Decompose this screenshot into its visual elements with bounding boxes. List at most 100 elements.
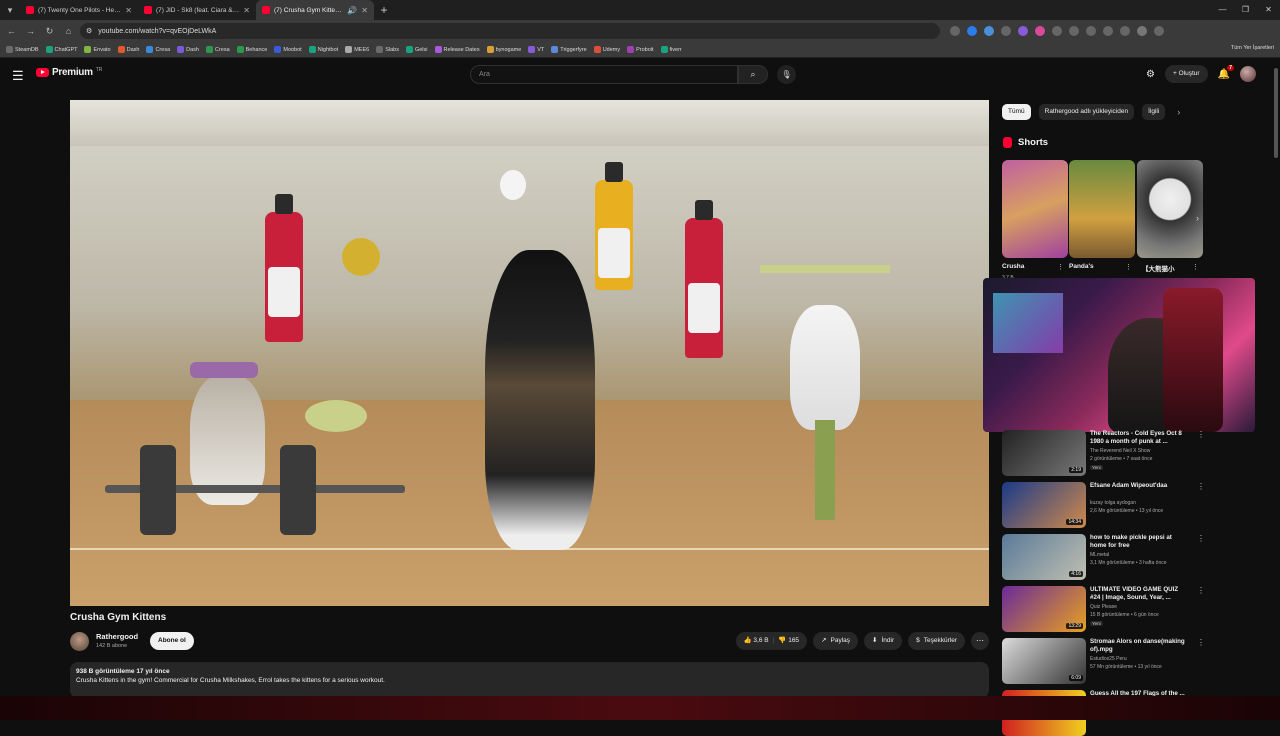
rec-title[interactable]: how to make pickle pepsi at home for fre…: [1090, 534, 1186, 550]
back-icon[interactable]: ←: [4, 26, 19, 36]
cast-icon[interactable]: ⚙: [1146, 69, 1155, 80]
extension-icon[interactable]: [1018, 26, 1028, 36]
share-button[interactable]: ↗ Paylaş: [813, 632, 859, 650]
bookmark-item[interactable]: Udemy: [593, 46, 620, 53]
short-kebab-icon[interactable]: ⋮: [1192, 263, 1199, 271]
profile-avatar[interactable]: [1137, 26, 1147, 36]
bookmark-item[interactable]: Triggerfyre: [551, 46, 587, 53]
bookmark-item[interactable]: Dash: [177, 46, 199, 53]
rec-title[interactable]: Efsane Adam Wipeout'daa: [1090, 482, 1186, 490]
extension-icon[interactable]: [1001, 26, 1011, 36]
dislike-button[interactable]: 👎 165: [778, 632, 799, 650]
search-icon[interactable]: ⌕: [738, 65, 768, 84]
rec-channel[interactable]: kuzay tolga aydogan: [1090, 500, 1190, 506]
kebab-menu-icon[interactable]: ⋮: [1197, 586, 1205, 595]
channel-name[interactable]: Rathergood: [96, 632, 138, 641]
bookmark-item[interactable]: Envato: [84, 46, 111, 53]
bookmark-item[interactable]: Slabs: [376, 46, 399, 53]
chip-related[interactable]: İlgili: [1142, 104, 1166, 120]
extension-icon[interactable]: [1052, 26, 1062, 36]
video-thumbnail[interactable]: 2:19: [1002, 430, 1086, 476]
recommendation-item[interactable]: 4:16 how to make pickle pepsi at home for…: [1002, 534, 1205, 580]
extension-icon[interactable]: [1103, 26, 1113, 36]
video-player[interactable]: [70, 100, 989, 606]
rec-title[interactable]: ULTIMATE VIDEO GAME QUIZ #24 | Image, So…: [1090, 586, 1186, 602]
short-thumbnail[interactable]: [1002, 160, 1068, 258]
maximize-icon[interactable]: ❐: [1234, 0, 1257, 20]
youtube-logo[interactable]: Premium TR: [36, 67, 102, 78]
site-info-icon[interactable]: ⚙: [86, 27, 92, 35]
notifications-bell-icon[interactable]: 🔔 7: [1218, 64, 1234, 80]
bookmark-item[interactable]: Nightbot: [308, 46, 338, 53]
browser-tab-2[interactable]: (7) Crusha Gym Kittens - YouTube 🔊 ✕: [256, 0, 374, 20]
recommendation-item[interactable]: 6:09 Stromae Alors on danse(making of).mp…: [1002, 638, 1205, 684]
recommendation-item[interactable]: 14:34 Efsane Adam Wipeout'daa kuzay tolga …: [1002, 482, 1205, 528]
bookmark-item[interactable]: Proboit: [627, 46, 654, 53]
extension-icon[interactable]: [984, 26, 994, 36]
extension-icon[interactable]: [1069, 26, 1079, 36]
chip-all[interactable]: Tümü: [1002, 104, 1031, 120]
extension-icon[interactable]: [950, 26, 960, 36]
short-thumbnail[interactable]: [1069, 160, 1135, 258]
tab-search-icon[interactable]: ▾: [0, 0, 20, 20]
short-title[interactable]: Crusha: [1002, 263, 1024, 270]
short-title[interactable]: Panda's: [1069, 263, 1094, 270]
url-field[interactable]: ⚙ youtube.com/watch?v=qvEOjDeLWkA: [80, 23, 940, 39]
chip-from-uploader[interactable]: Rathergood adlı yükleyiciden: [1038, 104, 1135, 120]
minimize-icon[interactable]: —: [1211, 0, 1234, 20]
recommendation-item[interactable]: 13:29 ULTIMATE VIDEO GAME QUIZ #24 | Imag…: [1002, 586, 1205, 632]
window-close-icon[interactable]: ✕: [1257, 0, 1280, 20]
kebab-menu-icon[interactable]: ⋮: [1197, 534, 1205, 543]
all-bookmarks-link[interactable]: Tüm Yer İşaretleri: [1231, 45, 1274, 51]
kebab-menu-icon[interactable]: ⋮: [1197, 430, 1205, 439]
rec-channel[interactable]: The Reverend Neil X Show: [1090, 448, 1190, 454]
bookmark-item[interactable]: ChatGPT: [45, 46, 77, 53]
extension-icon[interactable]: [1120, 26, 1130, 36]
speaker-icon[interactable]: 🔊: [347, 6, 357, 15]
create-button[interactable]: + Oluştur: [1164, 65, 1208, 83]
channel-avatar[interactable]: [70, 632, 89, 651]
menu-dots-icon[interactable]: [1154, 26, 1164, 36]
bookmark-item[interactable]: bynogame: [486, 46, 521, 53]
bookmark-item[interactable]: Behance: [236, 46, 267, 53]
description-box[interactable]: 938 B görüntüleme 17 yıl önce Crusha Kit…: [70, 662, 989, 698]
search-input[interactable]: Ara: [470, 65, 738, 84]
subscribe-button[interactable]: Abone ol: [150, 632, 194, 650]
extension-icon[interactable]: [967, 26, 977, 36]
menu-icon[interactable]: ☰: [12, 68, 24, 84]
rec-channel[interactable]: MLmetal: [1090, 552, 1190, 558]
rec-title[interactable]: The Reactors - Cold Eyes Oct 8 1980 a mo…: [1090, 430, 1186, 446]
new-tab-button[interactable]: +: [374, 3, 394, 17]
more-actions-icon[interactable]: ⋯: [971, 632, 989, 650]
browser-tab-0[interactable]: (7) Twenty One Pilots - Heathens ✕: [20, 0, 138, 20]
rec-channel[interactable]: Quiz Please: [1090, 604, 1190, 610]
bookmark-item[interactable]: Gelsi: [405, 46, 428, 53]
extension-icon[interactable]: [1035, 26, 1045, 36]
rec-channel[interactable]: Estudios25 Peru: [1090, 656, 1190, 662]
home-icon[interactable]: ⌂: [61, 26, 76, 36]
bookmark-item[interactable]: Cresa: [146, 46, 170, 53]
bookmark-item[interactable]: Cresa: [205, 46, 230, 53]
bookmark-item[interactable]: SteamDB: [6, 46, 39, 53]
bookmark-item[interactable]: Dash: [117, 46, 139, 53]
microphone-icon[interactable]: 🎙: [777, 65, 796, 84]
close-icon[interactable]: ✕: [361, 6, 368, 15]
extension-icon[interactable]: [1086, 26, 1096, 36]
rec-title[interactable]: Stromae Alors on danse(making of).mpg: [1090, 638, 1186, 654]
bookmark-item[interactable]: Moobot: [274, 46, 302, 53]
video-thumbnail[interactable]: 14:34: [1002, 482, 1086, 528]
video-thumbnail[interactable]: 6:09: [1002, 638, 1086, 684]
kebab-menu-icon[interactable]: ⋮: [1197, 638, 1205, 647]
browser-tab-1[interactable]: (7) JID - Sk8 (feat. Ciara & EarthGang) …: [138, 0, 256, 20]
shorts-next-icon[interactable]: ›: [1196, 213, 1199, 223]
like-button[interactable]: 👍 3,6 B: [744, 632, 769, 650]
video-thumbnail[interactable]: 4:16: [1002, 534, 1086, 580]
close-icon[interactable]: ✕: [125, 6, 132, 15]
video-thumbnail[interactable]: 13:29: [1002, 586, 1086, 632]
short-kebab-icon[interactable]: ⋮: [1057, 263, 1064, 271]
thanks-button[interactable]: $ Teşekkürler: [908, 632, 965, 650]
forward-icon[interactable]: →: [23, 26, 38, 36]
close-icon[interactable]: ✕: [243, 6, 250, 15]
download-button[interactable]: ⬇ İndir: [864, 632, 903, 650]
avatar[interactable]: [1240, 66, 1256, 82]
